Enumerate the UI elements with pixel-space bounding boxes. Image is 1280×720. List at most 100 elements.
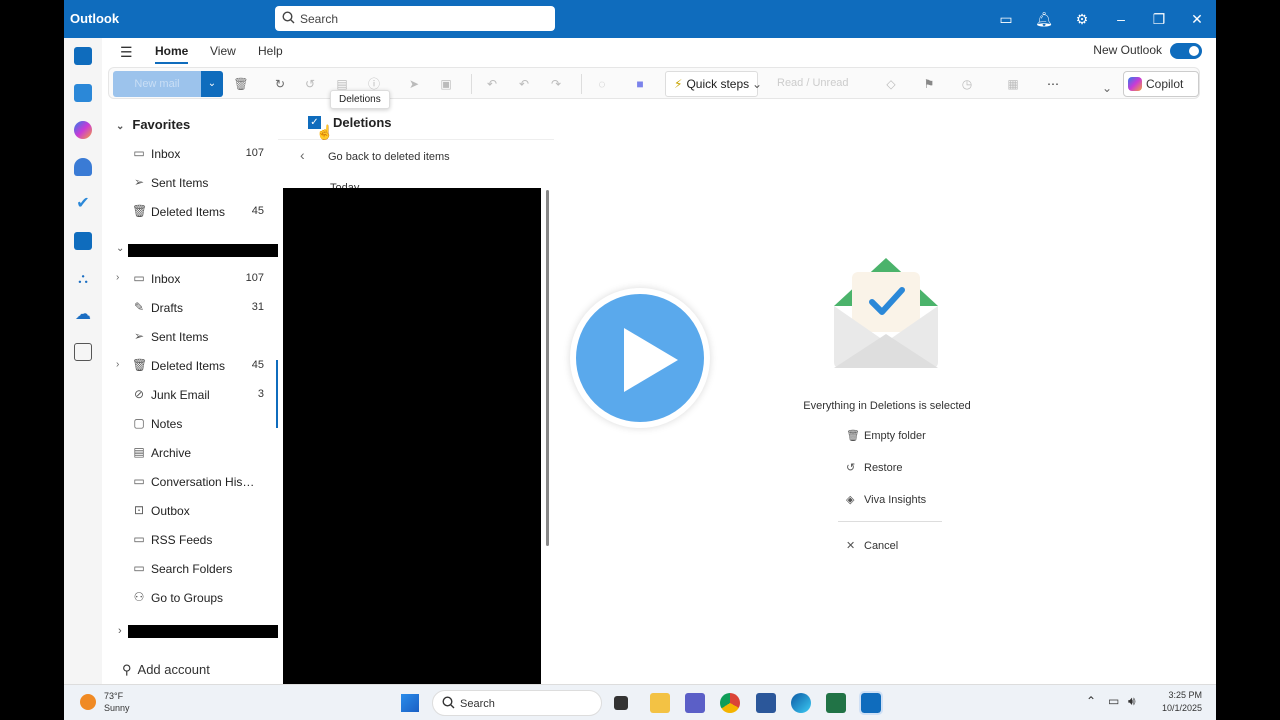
copilot-logo-icon — [1128, 77, 1142, 91]
favorites-header[interactable]: ⌄ Favorites — [116, 117, 190, 132]
viva-insights-button[interactable]: ◈ Viva Insights — [846, 493, 926, 506]
more-apps-icon[interactable] — [74, 343, 92, 361]
read-unread-button[interactable]: Read / Unread — [777, 77, 849, 89]
move-to-icon[interactable]: ▣ — [438, 76, 454, 92]
more-options-icon[interactable]: ⋯ — [1045, 76, 1061, 92]
flag-icon[interactable]: ⚑ — [921, 76, 937, 92]
folder-drafts[interactable]: ✎ Drafts 31 — [112, 297, 264, 319]
folder-deleted-items[interactable]: › 🗑︎ Deleted Items 45 — [112, 355, 264, 377]
quick-steps-button[interactable]: ⚡︎ Quick steps — [665, 71, 759, 97]
onedrive-icon[interactable]: ☁ — [74, 306, 92, 324]
windows-taskbar: 73°F Sunny Search ⌃ ▭ 🔊︎ 3:25 PM 10/1/20… — [64, 684, 1216, 720]
my-day-icon[interactable]: ▭ — [997, 10, 1015, 28]
org-explorer-icon[interactable]: ⛬ — [74, 269, 92, 287]
go-back-link[interactable]: ‹ Go back to deleted items — [278, 142, 554, 170]
delete-icon: 🗑︎ — [132, 204, 148, 218]
new-outlook-label: New Outlook — [1093, 43, 1162, 58]
send-icon[interactable]: ➤ — [406, 76, 422, 92]
fav-folder-sent-items[interactable]: ➢ Sent Items — [112, 172, 262, 194]
fav-folder-inbox[interactable]: ▭ Inbox 107 — [112, 143, 264, 165]
report-icon[interactable]: ↺ — [302, 76, 318, 92]
folder-inbox[interactable]: › ▭ Inbox 107 — [112, 268, 264, 290]
cancel-button[interactable]: ✕ Cancel — [846, 539, 898, 552]
chevron-right-icon[interactable]: › — [116, 359, 119, 370]
reply-all-icon[interactable]: ↶ — [516, 76, 532, 92]
restore-button[interactable]: ↺ Restore — [846, 461, 903, 474]
tab-home[interactable]: Home — [155, 44, 189, 64]
tag-icon[interactable]: ◇ — [883, 76, 899, 92]
word-icon[interactable] — [756, 693, 776, 713]
show-hidden-icons-chevron-up-icon[interactable]: ⌃ — [1086, 694, 1096, 708]
folder-icon: ▭ — [133, 532, 145, 546]
chrome-icon[interactable] — [720, 693, 740, 713]
video-play-button[interactable] — [570, 288, 710, 428]
minimize-icon[interactable]: – — [1112, 10, 1130, 28]
forward-icon[interactable]: ↷ — [548, 76, 564, 92]
folder-junk-email[interactable]: ⊘ Junk Email 3 — [112, 384, 264, 406]
add-account-button[interactable]: ⚲ Add account — [122, 662, 210, 678]
envelope-check-illustration-icon — [832, 254, 940, 370]
windows-start-icon[interactable] — [401, 694, 419, 712]
todo-check-icon[interactable]: ✔ — [74, 195, 92, 213]
pencil-icon: ✎ — [133, 300, 145, 314]
layout-icon[interactable]: ▦ — [1005, 76, 1021, 92]
chat-icon[interactable]: ◌ — [594, 76, 610, 92]
chevron-right-icon[interactable]: › — [118, 625, 122, 637]
bell-icon[interactable]: 🔔︎ — [1035, 10, 1053, 28]
folder-archive[interactable]: ▤ Archive — [112, 442, 262, 464]
new-email-dropdown-chevron-icon[interactable]: ⌄ — [201, 71, 223, 97]
bookings-icon[interactable] — [74, 232, 92, 250]
message-list-scrollbar[interactable] — [546, 190, 549, 546]
folder-outbox[interactable]: ⊡ Outbox — [112, 500, 262, 522]
teams-icon[interactable] — [685, 693, 705, 713]
chevron-left-icon: ‹ — [300, 147, 305, 163]
people-icon[interactable] — [74, 158, 92, 176]
fav-folder-deleted-items[interactable]: 🗑︎ Deleted Items 45 — [112, 201, 264, 223]
copilot-button[interactable]: Copilot — [1123, 71, 1199, 97]
archive-icon: ▤ — [133, 445, 145, 459]
ribbon-expand-chevron-icon[interactable]: ⌄ — [1099, 80, 1115, 96]
empty-folder-button[interactable]: 🗑︎ Empty folder — [846, 429, 926, 442]
mail-icon[interactable] — [74, 47, 92, 65]
folder-go-to-groups[interactable]: ⚇ Go to Groups — [112, 587, 262, 609]
chevron-down-icon[interactable]: ⌄ — [749, 76, 765, 92]
folder-notes[interactable]: ▢ Notes — [112, 413, 262, 435]
ribbon-separator — [581, 74, 582, 94]
search-box[interactable]: Search — [275, 6, 555, 31]
taskbar-clock[interactable]: 3:25 PM 10/1/2025 — [1162, 689, 1202, 715]
folder-rss-feeds[interactable]: ▭ RSS Feeds — [112, 529, 262, 551]
file-explorer-icon[interactable] — [650, 693, 670, 713]
copilot-icon[interactable] — [74, 121, 92, 139]
gear-icon[interactable]: ⚙ — [1073, 10, 1091, 28]
chevron-right-icon[interactable]: › — [116, 272, 119, 283]
restore-icon[interactable]: ❐ — [1150, 10, 1168, 28]
folder-search-folders[interactable]: ▭ Search Folders — [112, 558, 262, 580]
new-email-button[interactable]: New mail — [113, 71, 201, 97]
snooze-icon[interactable]: ◷ — [959, 76, 975, 92]
network-icon[interactable]: ▭ — [1108, 694, 1119, 708]
folder-sent-items[interactable]: ➢ Sent Items — [112, 326, 262, 348]
message-list: ✓ ☝ Deletions ‹ Go back to deleted items… — [278, 104, 556, 684]
sweep-icon[interactable]: ↻ — [272, 76, 288, 92]
calendar-icon[interactable] — [74, 84, 92, 102]
search-icon — [282, 11, 295, 27]
new-outlook-toggle[interactable] — [1170, 43, 1202, 59]
chevron-down-icon[interactable]: ⌄ — [116, 243, 124, 254]
excel-icon[interactable] — [826, 693, 846, 713]
hamburger-menu-icon[interactable]: ☰ — [120, 44, 133, 61]
volume-icon[interactable]: 🔊︎ — [1128, 694, 1136, 709]
play-icon — [624, 328, 678, 392]
ribbon-toolbar: New mail ⌄ 🗑︎ ↻ ↺ ▤ ⓘ ➤ ▣ ↶ ↶ ↷ ◌ ■ ⚡︎ Qu… — [108, 67, 1200, 99]
task-view-icon[interactable] — [614, 696, 628, 710]
tab-view[interactable]: View — [210, 44, 236, 58]
outlook-taskbar-icon[interactable] — [859, 691, 883, 715]
close-icon[interactable]: ✕ — [1188, 10, 1206, 28]
reply-icon[interactable]: ↶ — [484, 76, 500, 92]
tab-help[interactable]: Help — [258, 44, 283, 58]
edge-icon[interactable] — [791, 693, 811, 713]
teams-icon[interactable]: ■ — [632, 76, 648, 92]
taskbar-search-box[interactable]: Search — [432, 690, 602, 716]
delete-icon[interactable]: 🗑︎ — [233, 76, 249, 92]
ribbon-separator — [471, 74, 472, 94]
folder-conversation-history[interactable]: ▭ Conversation History — [112, 471, 262, 493]
